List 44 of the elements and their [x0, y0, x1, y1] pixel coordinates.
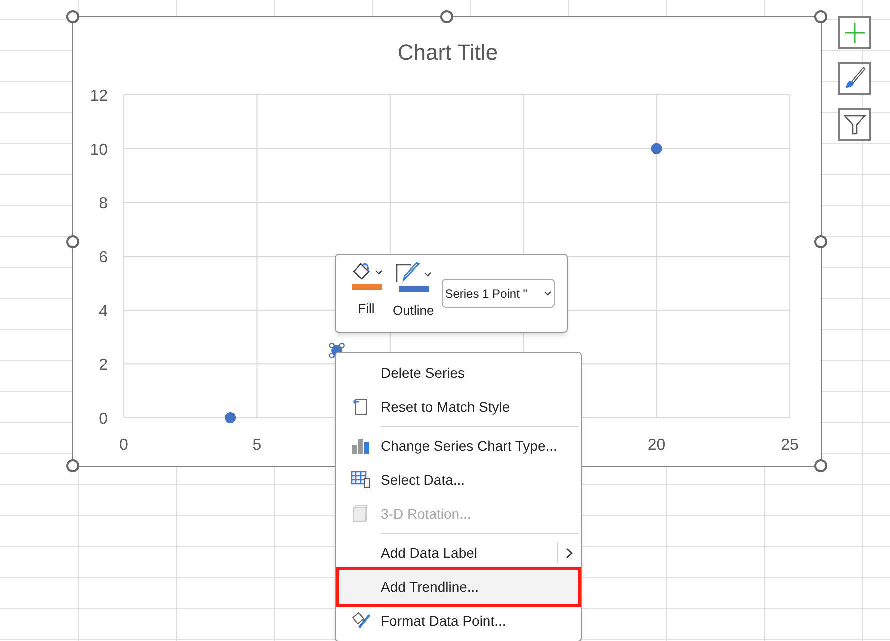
- fill-button[interactable]: Fill: [348, 262, 385, 318]
- resize-handle[interactable]: [66, 10, 80, 24]
- data-point[interactable]: [225, 412, 236, 424]
- menu-item[interactable]: Reset to Match Style: [336, 390, 581, 424]
- axis-label: 0: [120, 437, 128, 454]
- plus-icon: [844, 22, 866, 44]
- axis-label: 10: [90, 142, 108, 159]
- resize-handle[interactable]: [66, 460, 80, 472]
- axis-label: 5: [252, 437, 262, 454]
- axis-label: 8: [99, 196, 108, 213]
- resize-handle[interactable]: [814, 460, 828, 472]
- caret-icon: [375, 270, 383, 276]
- chart-option-button[interactable]: [838, 62, 871, 95]
- resize-handle[interactable]: [814, 235, 828, 248]
- filter-icon: [842, 112, 866, 136]
- menu-item[interactable]: Change Series Chart Type...: [336, 429, 581, 463]
- chart-option-button[interactable]: [838, 108, 871, 141]
- resize-handle[interactable]: [66, 235, 80, 248]
- table-icon: [351, 471, 371, 489]
- menu-item[interactable]: Add Trendline...: [339, 570, 578, 604]
- menu-item[interactable]: Delete Series: [336, 356, 581, 390]
- caret-icon: [544, 290, 552, 296]
- reset-icon: [351, 398, 369, 416]
- cube-icon: [351, 505, 369, 523]
- menu-item[interactable]: Format Data Point...: [336, 604, 581, 638]
- menu-item[interactable]: Select Data...: [336, 463, 581, 497]
- menu-item[interactable]: Add Data Label: [336, 536, 581, 570]
- chart-title: Chart Title: [398, 40, 498, 65]
- series-point-dropdown[interactable]: Series 1 Point ": [442, 279, 556, 308]
- axis-label: 20: [648, 437, 666, 454]
- bar-chart-icon: [351, 437, 371, 455]
- resize-handle[interactable]: [814, 10, 828, 24]
- axis-label: 25: [781, 437, 799, 454]
- axis-label: 6: [99, 250, 108, 266]
- axis-label: 4: [99, 303, 108, 320]
- caret-icon: [424, 272, 432, 278]
- axis-label: 12: [90, 88, 108, 105]
- outline-button[interactable]: Outline: [391, 262, 436, 320]
- resize-handle[interactable]: [440, 10, 454, 24]
- format-brush-icon: [351, 612, 371, 630]
- chart-option-button[interactable]: [838, 16, 871, 49]
- axis-label: 2: [99, 357, 108, 374]
- axis-label: 0: [99, 411, 108, 428]
- data-point[interactable]: [651, 143, 662, 154]
